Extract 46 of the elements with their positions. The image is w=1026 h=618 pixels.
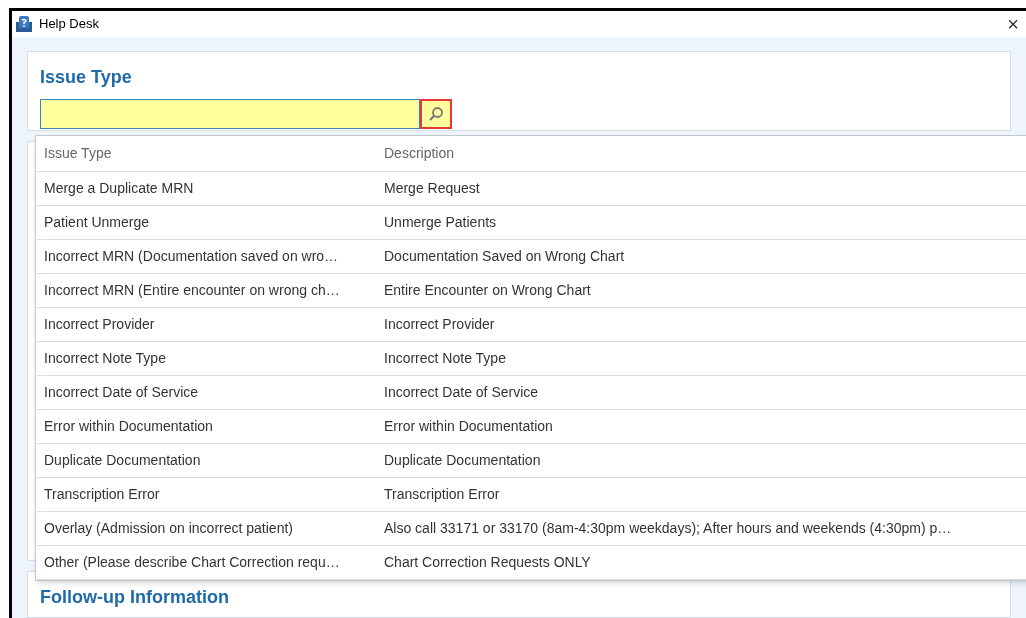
issue-type-option[interactable]: Overlay (Admission on incorrect patient) Also call 33171 or 33170 (8am-4:30pm weekdays); After hours and weekends (4:30pm) p… <box>37 512 1026 546</box>
table-cell-text: Merge a Duplicate MRN <box>43 179 195 198</box>
issue-type-input[interactable] <box>40 99 420 129</box>
section-heading: Issue Type <box>40 66 133 89</box>
issue-type-option[interactable]: Incorrect Date of Service Incorrect Date of Service <box>37 376 1026 410</box>
column-header: Issue Type <box>43 144 113 163</box>
issue-type-option[interactable]: Other (Please describe Chart Correction requ… Chart Correction Requests ONLY <box>37 546 1026 580</box>
window-title: Help Desk <box>39 15 99 34</box>
table-cell-text: Unmerge Patients <box>383 213 497 232</box>
column-header: Description <box>383 144 455 163</box>
issue-type-option[interactable]: Patient Unmerge Unmerge Patients <box>37 206 1026 240</box>
issue-type-option[interactable]: Incorrect Provider Incorrect Provider <box>37 308 1026 342</box>
help-book-icon <box>15 15 33 33</box>
section-heading: Follow-up Information <box>40 587 229 607</box>
table-cell-text: Incorrect MRN (Documentation saved on wro… <box>43 247 340 266</box>
table-cell-text: Documentation Saved on Wrong Chart <box>383 247 625 266</box>
table-cell-text: Transcription Error <box>43 485 161 504</box>
table-cell-text: Error within Documentation <box>383 417 553 436</box>
issue-type-option[interactable]: Incorrect MRN (Documentation saved on wro… Documentation Saved on Wrong Chart <box>37 240 1026 274</box>
search-button[interactable] <box>420 99 452 129</box>
issue-type-option[interactable]: Error within Documentation Error within Documentation <box>37 410 1026 444</box>
issue-type-option[interactable]: Transcription Error Transcription Error <box>37 478 1026 512</box>
table-cell-text: Incorrect MRN (Entire encounter on wrong ch… <box>43 281 341 300</box>
table-cell-text: Incorrect Date of Service <box>383 383 539 402</box>
table-cell-text: Transcription Error <box>383 485 500 504</box>
issue-type-option[interactable]: Incorrect Note Type Incorrect Note Type <box>37 342 1026 376</box>
table-cell-text: Incorrect Note Type <box>383 349 506 368</box>
table-cell-text: Also call 33171 or 33170 (8am-4:30pm weekdays); After hours and weekends (4:30pm) p… <box>383 519 952 538</box>
table-cell-text: Incorrect Note Type <box>43 349 167 368</box>
table-cell-text: Incorrect Provider <box>383 315 495 334</box>
table-cell-text: Duplicate Documentation <box>43 451 202 470</box>
search-icon <box>428 106 444 122</box>
issue-type-option[interactable]: Incorrect MRN (Entire encounter on wrong ch… Entire Encounter on Wrong Chart <box>37 274 1026 308</box>
table-cell-text: Overlay (Admission on incorrect patient) <box>43 519 294 538</box>
close-button[interactable]: × <box>1003 14 1023 34</box>
table-cell-text: Incorrect Provider <box>43 315 156 334</box>
table-cell-text: Other (Please describe Chart Correction requ… <box>43 553 341 572</box>
table-cell-text: Error within Documentation <box>43 417 214 436</box>
table-cell-text: Patient Unmerge <box>43 213 151 232</box>
issue-type-option[interactable]: Duplicate Documentation Duplicate Documentation <box>37 444 1026 478</box>
table-cell-text: Entire Encounter on Wrong Chart <box>383 281 591 300</box>
table-cell-text: Duplicate Documentation <box>383 451 541 470</box>
table-cell-text: Merge Request <box>383 179 480 198</box>
issue-type-option[interactable]: Merge a Duplicate MRN Merge Request <box>37 172 1026 206</box>
table-cell-text: Chart Correction Requests ONLY <box>383 553 591 572</box>
table-cell-text: Incorrect Date of Service <box>43 383 200 402</box>
